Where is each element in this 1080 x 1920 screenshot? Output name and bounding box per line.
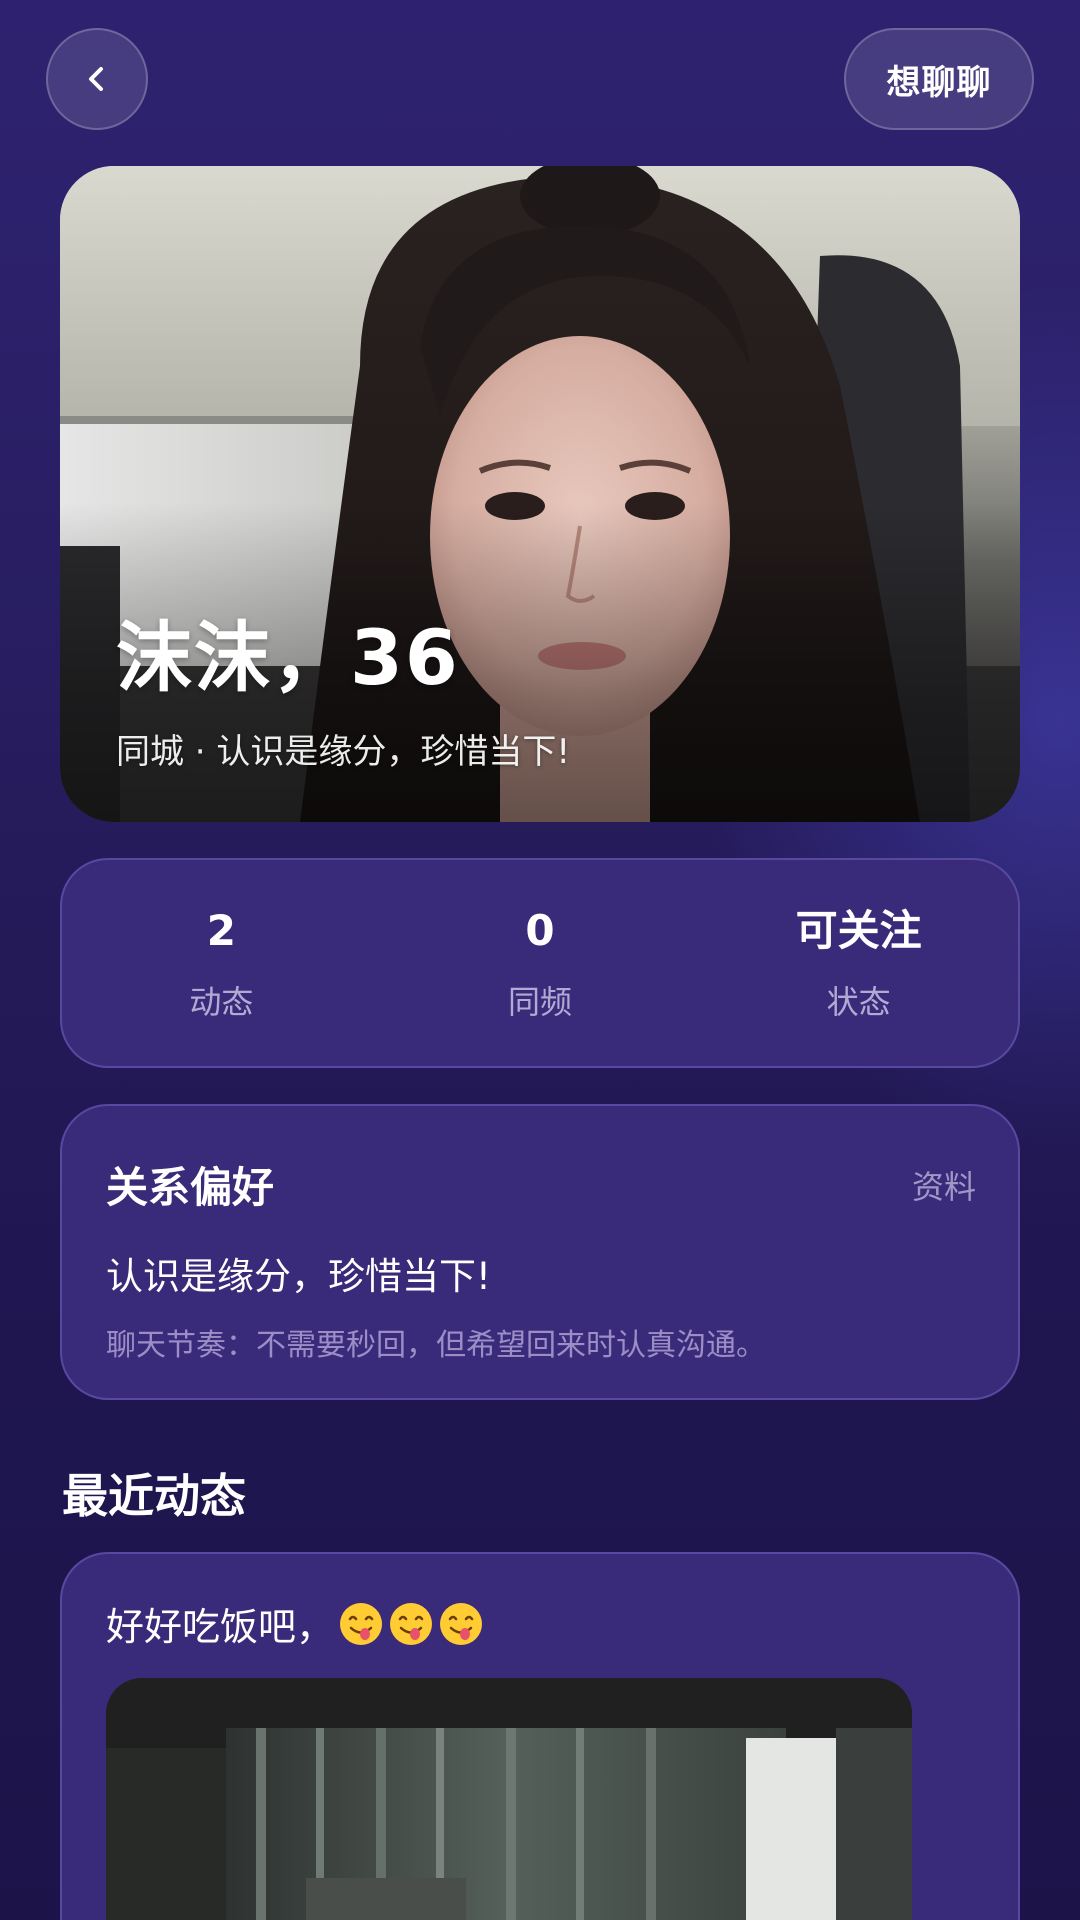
profile-subtitle: 同城 · 认识是缘分，珍惜当下! [116,732,571,772]
stat-value: 0 [525,906,555,955]
stat-label: 同频 [508,983,573,1021]
stat-status[interactable]: 可关注 状态 [699,860,1018,1066]
chevron-left-icon [89,67,103,91]
stat-label: 动态 [189,983,254,1021]
post-image[interactable] [106,1678,912,1920]
stat-value: 2 [206,906,236,955]
post-text-row: 好好吃饭吧， [106,1596,484,1651]
profile-info-link[interactable]: 资料 [912,1162,976,1208]
stat-match[interactable]: 0 同频 [381,860,700,1066]
stat-value: 可关注 [795,906,922,955]
yum-face-icon [440,1602,483,1645]
profile-name-age: 沫沫，36 [116,613,460,702]
profile-page: 想聊聊 沫沫，36 同城 · 认识是缘分，珍惜当下! 2 动态 0 同频 可关注… [0,0,1080,1920]
post-card[interactable]: 好好吃饭吧， [60,1552,1020,1920]
relationship-preference-card: 关系偏好 资料 认识是缘分，珍惜当下! 聊天节奏：不需要秒回，但希望回来时认真沟… [60,1104,1020,1400]
preference-text: 认识是缘分，珍惜当下! [106,1255,491,1298]
post-text: 好好吃饭吧， [106,1605,335,1649]
profile-photo-card[interactable]: 沫沫，36 同城 · 认识是缘分，珍惜当下! [60,166,1020,822]
section-title: 最近动态 [62,1469,246,1523]
post-photo [106,1678,912,1920]
stat-label: 状态 [826,983,891,1021]
yum-face-icon [340,1602,383,1645]
back-button[interactable] [46,28,148,130]
yum-face-icon [390,1602,433,1645]
chat-rhythm-note: 聊天节奏：不需要秒回，但希望回来时认真沟通。 [106,1328,766,1363]
stats-card: 2 动态 0 同频 可关注 状态 [60,858,1020,1068]
card-title: 关系偏好 [106,1163,275,1212]
want-to-chat-button[interactable]: 想聊聊 [844,28,1034,130]
stat-posts[interactable]: 2 动态 [62,860,381,1066]
